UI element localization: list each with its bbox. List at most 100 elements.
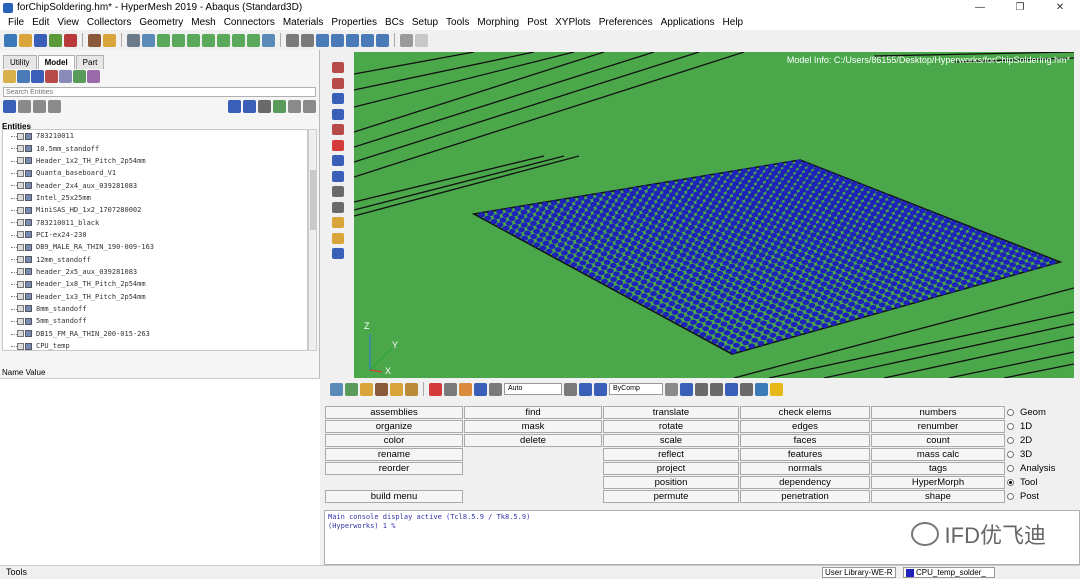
surfaces-icon[interactable] (332, 124, 344, 135)
view-front-icon[interactable] (157, 33, 170, 47)
tree-item[interactable]: PCI-ex24-230 (3, 229, 307, 241)
menu-button-mass-calc[interactable]: mass calc (871, 448, 1005, 461)
tag-abc-icon[interactable] (332, 217, 344, 228)
menu-morphing[interactable]: Morphing (473, 15, 523, 30)
clip-icon[interactable] (740, 382, 753, 396)
menu-button-position[interactable]: position (603, 476, 739, 489)
cursor-icon[interactable] (258, 99, 271, 113)
visibility-icon[interactable] (17, 182, 24, 190)
folder-icon[interactable] (103, 33, 116, 47)
menu-button-count[interactable]: count (871, 434, 1005, 447)
tree-item[interactable]: 783210011 (3, 130, 307, 142)
menu-button-find[interactable]: find (464, 406, 602, 419)
pan-icon[interactable] (316, 33, 329, 47)
visibility-icon[interactable] (17, 132, 24, 140)
view-iso-icon[interactable] (247, 33, 260, 47)
tree-item[interactable]: MiniSAS_HD_1x2_1707280002 (3, 204, 307, 216)
nodes-icon[interactable] (332, 108, 344, 120)
radio-button[interactable] (1007, 493, 1014, 500)
radio-button[interactable] (1007, 451, 1014, 458)
menu-button-check-elems[interactable]: check elems (740, 406, 870, 419)
menu-button-numbers[interactable]: numbers (871, 406, 1005, 419)
menu-edit[interactable]: Edit (28, 15, 53, 30)
light-icon[interactable] (459, 382, 472, 396)
menu-button-project[interactable]: project (603, 462, 739, 475)
rotate-left-icon[interactable] (142, 33, 155, 47)
menu-button-dependency[interactable]: dependency (740, 476, 870, 489)
refresh-icon[interactable] (564, 382, 577, 396)
maximize-button[interactable]: ❐ (1000, 0, 1040, 15)
components-display-icon[interactable] (330, 382, 343, 396)
hierarchy-icon[interactable] (18, 99, 31, 113)
minimize-button[interactable]: — (960, 0, 1000, 15)
visibility-icon[interactable] (17, 145, 24, 153)
view-left-icon[interactable] (187, 33, 200, 47)
menu-geometry[interactable]: Geometry (135, 15, 187, 30)
search-entities-input[interactable] (3, 87, 316, 97)
wireframe-icon[interactable] (665, 382, 678, 396)
show-icon[interactable] (228, 99, 241, 113)
bycomp-combo[interactable]: ByComp (609, 383, 663, 395)
radio-button[interactable] (1007, 479, 1014, 486)
edges-style-icon[interactable] (710, 382, 723, 396)
menu-tools[interactable]: Tools (442, 15, 473, 30)
tab-part[interactable]: Part (75, 55, 105, 69)
redo-icon[interactable] (415, 33, 428, 47)
geom-mode-icon[interactable] (489, 382, 502, 396)
browser-properties-icon[interactable] (59, 70, 72, 83)
visibility-icon[interactable] (17, 342, 24, 350)
graphics-viewport[interactable]: Z Y X Model Info: C:/Users/86155/Desktop… (354, 52, 1074, 378)
save-file-icon[interactable] (34, 33, 47, 47)
menu-button-hypermorph[interactable]: HyperMorph (871, 476, 1005, 489)
visibility-icon[interactable] (17, 293, 24, 301)
menu-button-scale[interactable]: scale (603, 434, 739, 447)
export-icon[interactable] (64, 33, 77, 47)
view-bottom-icon[interactable] (232, 33, 245, 47)
filter-icon[interactable] (48, 99, 61, 113)
node-id-icon[interactable] (332, 170, 344, 182)
rotate-right-icon[interactable] (262, 33, 275, 47)
by-collector-icon[interactable] (332, 77, 344, 89)
bend-icon[interactable] (332, 155, 344, 166)
tree-item[interactable]: DB9_MALE_RA_THIN_190-009-163 (3, 241, 307, 253)
line-style-icon[interactable] (695, 382, 708, 396)
tree-item[interactable]: 783210011_black (3, 216, 307, 228)
user-library-status[interactable]: User Library-WE-R (822, 567, 896, 578)
visibility-icon[interactable] (17, 256, 24, 264)
elements-icon[interactable] (332, 93, 344, 104)
page-radio-2d[interactable]: 2D (1007, 434, 1032, 447)
browser-components-icon[interactable] (17, 70, 30, 83)
menu-file[interactable]: File (4, 15, 28, 30)
menu-view[interactable]: View (53, 15, 83, 30)
unmask-icon[interactable] (360, 382, 373, 396)
menu-button-penetration[interactable]: penetration (740, 490, 870, 503)
import-icon[interactable] (49, 33, 62, 47)
isolate-only-icon[interactable] (390, 382, 403, 396)
create-entity-icon[interactable] (3, 99, 16, 113)
visibility-icon[interactable] (17, 280, 24, 288)
display-entity-icon[interactable] (375, 382, 388, 396)
menu-button-permute[interactable]: permute (603, 490, 739, 503)
tree-item[interactable]: Intel_25x25mm (3, 192, 307, 204)
view-right-icon[interactable] (202, 33, 215, 47)
shaded-icon[interactable] (444, 382, 457, 396)
transparency-icon[interactable] (725, 382, 738, 396)
auto-combo[interactable]: Auto (504, 383, 562, 395)
menu-button-reorder[interactable]: reorder (325, 462, 463, 475)
move-vertical-icon[interactable] (361, 33, 374, 47)
mask-icon[interactable] (345, 382, 358, 396)
menu-button-rotate[interactable]: rotate (603, 420, 739, 433)
visibility-icon[interactable] (17, 219, 24, 227)
menu-button-organize[interactable]: organize (325, 420, 463, 433)
zoom-window-icon[interactable] (286, 33, 299, 47)
tree-item[interactable]: 8mm_standoff (3, 303, 307, 315)
menu-button-delete[interactable]: delete (464, 434, 602, 447)
numbering-icon[interactable] (332, 186, 344, 197)
browser-mesh-icon[interactable] (31, 70, 44, 83)
visibility-icon[interactable] (17, 268, 24, 276)
reverse-icon[interactable] (405, 382, 418, 396)
solid-icon[interactable] (680, 382, 693, 396)
visibility-icon[interactable] (17, 330, 24, 338)
current-component-status[interactable]: CPU_temp_solder_ (903, 567, 995, 578)
menu-button-translate[interactable]: translate (603, 406, 739, 419)
